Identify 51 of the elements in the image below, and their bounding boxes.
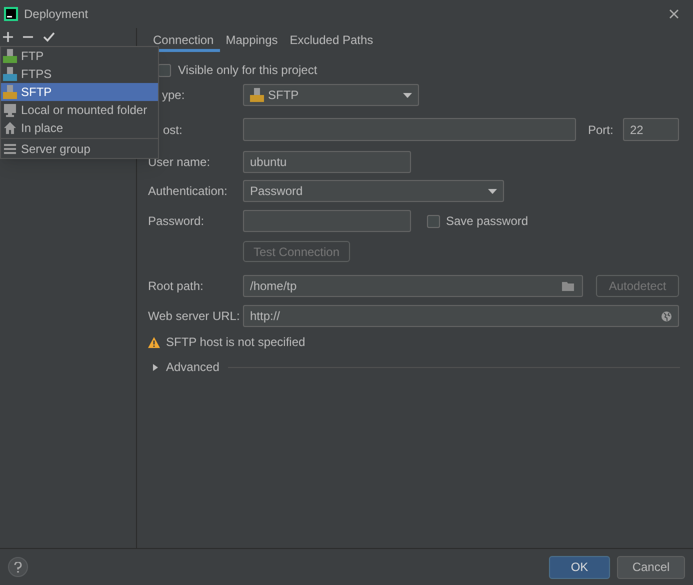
expand-arrow-icon[interactable] (152, 364, 159, 370)
server-icon (250, 88, 264, 102)
field-label: Root path: (148, 279, 204, 293)
globe-icon[interactable] (661, 310, 672, 322)
ok-button[interactable]: OK (549, 556, 610, 578)
dropdown-arrow-icon (403, 92, 412, 98)
host-field[interactable] (243, 118, 576, 141)
password-field[interactable] (243, 210, 411, 232)
check-icon[interactable] (43, 32, 55, 42)
dropdown-arrow-icon (488, 188, 497, 194)
cancel-button[interactable]: Cancel (617, 556, 685, 578)
root-path-field[interactable]: /home/tp (243, 275, 583, 297)
warning-message: SFTP host is not specified (166, 334, 306, 351)
window-title: Deployment (24, 6, 88, 23)
home-icon (3, 121, 17, 135)
close-icon[interactable] (669, 9, 679, 19)
server-icon (3, 85, 17, 99)
menu-item[interactable]: Server group (1, 140, 158, 158)
authentication-dropdown[interactable]: Password (243, 180, 504, 202)
monitor-icon (3, 103, 17, 117)
field-label: User name: (148, 155, 210, 169)
question-mark-icon (14, 562, 22, 572)
menu-item[interactable]: SFTP (1, 83, 158, 101)
server-icon (3, 49, 17, 63)
server-icon (3, 67, 17, 81)
checkbox-label: Visible only for this project (178, 62, 318, 79)
type-dropdown[interactable]: SFTP (243, 84, 419, 106)
app-logo-icon (4, 7, 18, 21)
field-label: ost: (163, 122, 182, 136)
tab[interactable]: Mappings (220, 28, 284, 52)
checkbox[interactable] (427, 214, 440, 228)
tab[interactable]: Excluded Paths (284, 28, 380, 52)
warning-icon (148, 336, 160, 348)
checkbox[interactable] (158, 64, 171, 76)
port-field[interactable]: 22 (623, 118, 679, 141)
menu-item[interactable]: In place (1, 119, 158, 137)
menu-item[interactable]: FTPS (1, 65, 158, 83)
field-label: Port: (588, 122, 614, 138)
web-server-url-field[interactable]: http:// (243, 305, 679, 327)
add-icon[interactable] (3, 32, 13, 42)
checkbox-label: Save password (446, 213, 528, 230)
folder-icon[interactable] (562, 280, 576, 292)
user-name-field[interactable]: ubuntu (243, 151, 411, 173)
field-label: Web server URL: (148, 309, 240, 323)
field-label: Authentication: (148, 184, 228, 198)
field-label: Password: (148, 214, 204, 228)
field-label: ype: (162, 88, 185, 102)
menu-item[interactable]: Local or mounted folder (1, 101, 158, 119)
list-icon (3, 142, 17, 156)
section-header[interactable]: Advanced (166, 358, 220, 376)
help-button[interactable] (8, 557, 28, 577)
